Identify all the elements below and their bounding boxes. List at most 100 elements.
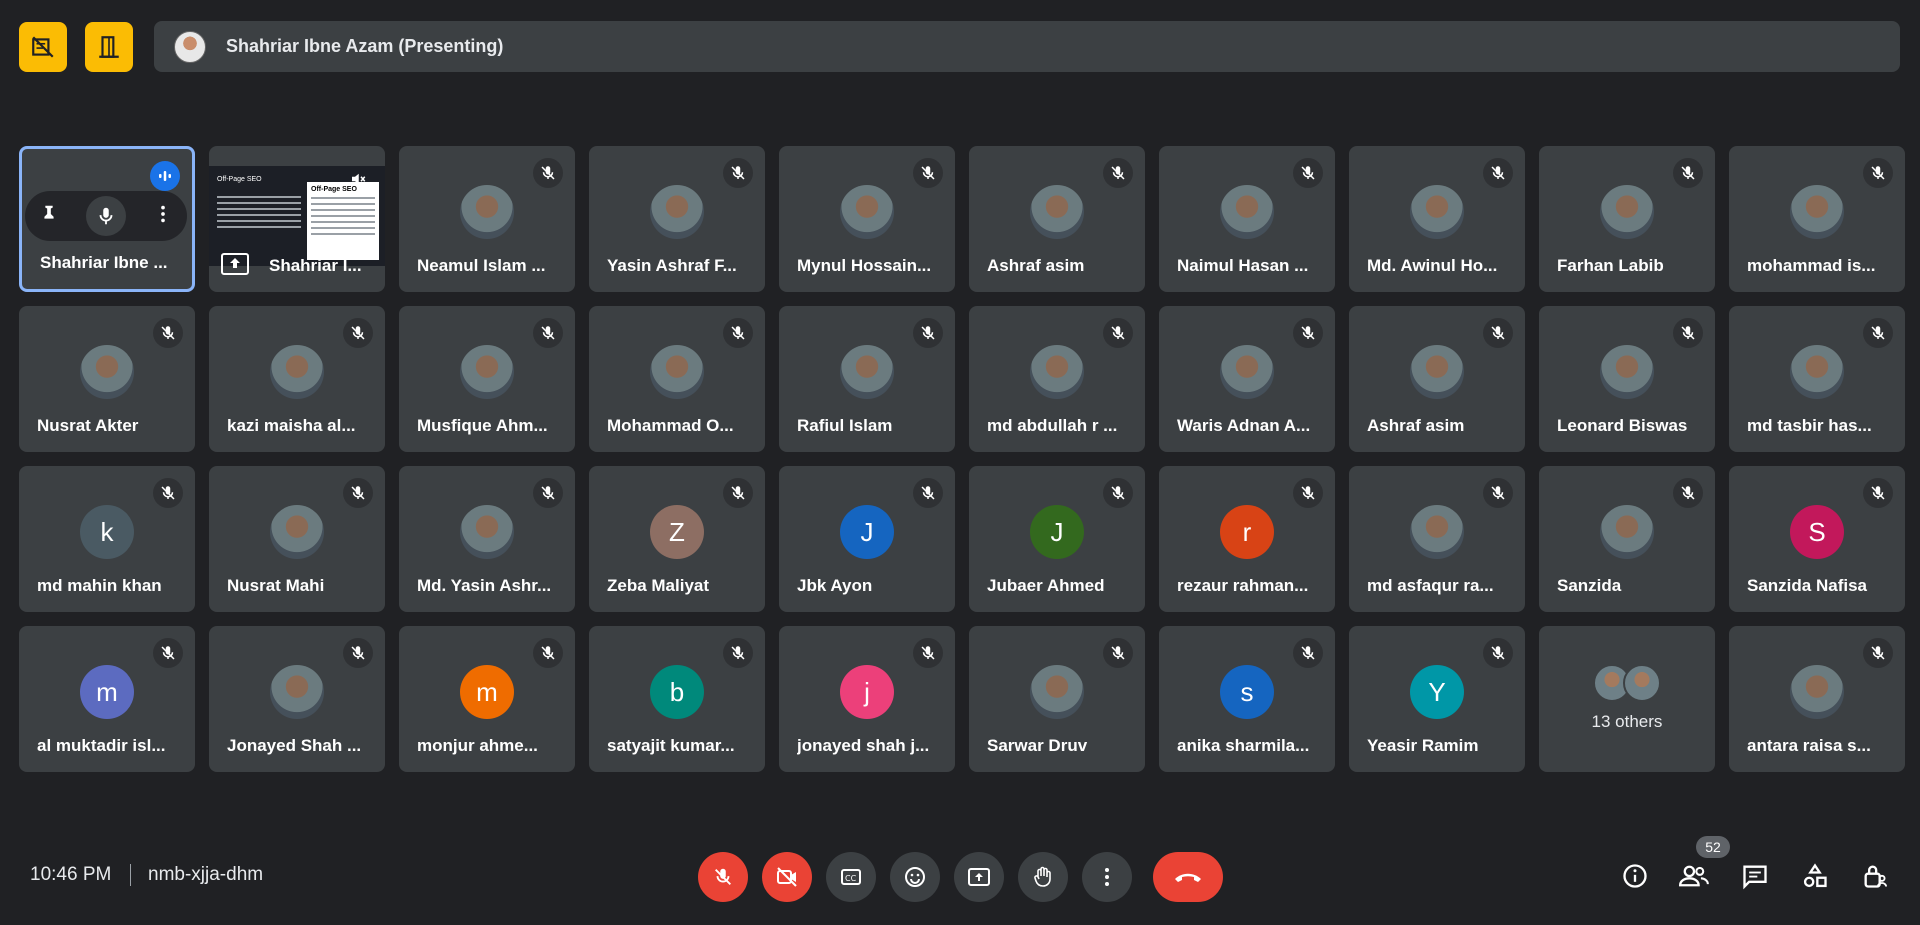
present-screen-icon — [968, 868, 990, 886]
participant-tile[interactable]: kazi maisha al... — [209, 306, 385, 452]
participant-tile[interactable]: Leonard Biswas — [1539, 306, 1715, 452]
muted-mic-icon — [343, 478, 373, 508]
hide-tiles-button[interactable] — [19, 22, 67, 72]
participant-name: Farhan Labib — [1557, 256, 1664, 275]
avatar: k — [80, 505, 134, 559]
participant-tile[interactable]: Waris Adnan A... — [1159, 306, 1335, 452]
activities-button[interactable] — [1795, 856, 1835, 896]
participant-name: Md. Awinul Ho... — [1367, 256, 1498, 275]
participant-tile[interactable]: Sarwar Druv — [969, 626, 1145, 772]
present-button[interactable] — [954, 852, 1004, 902]
participant-tile[interactable]: Yasin Ashraf F... — [589, 146, 765, 292]
participant-tile[interactable]: antara raisa s... — [1729, 626, 1905, 772]
participant-tile[interactable]: b satyajit kumar... — [589, 626, 765, 772]
avatar — [80, 345, 134, 399]
chat-button[interactable] — [1735, 856, 1775, 896]
raise-hand-button[interactable] — [1018, 852, 1068, 902]
participant-tile[interactable]: Ashraf asim — [969, 146, 1145, 292]
muted-mic-icon — [1293, 638, 1323, 668]
participant-tile[interactable]: Ashraf asim — [1349, 306, 1525, 452]
participant-tile[interactable]: s anika sharmila... — [1159, 626, 1335, 772]
participant-tile[interactable]: md asfaqur ra... — [1349, 466, 1525, 612]
participant-tile[interactable]: J Jubaer Ahmed — [969, 466, 1145, 612]
muted-mic-icon — [1863, 638, 1893, 668]
muted-mic-icon — [1863, 158, 1893, 188]
muted-mic-icon — [723, 478, 753, 508]
participant-name: Zeba Maliyat — [607, 576, 710, 595]
muted-mic-icon — [913, 638, 943, 668]
participant-tile[interactable]: Md. Yasin Ashr... — [399, 466, 575, 612]
more-options-icon[interactable] — [152, 203, 174, 230]
self-tile[interactable]: Shahriar Ibne ... — [19, 146, 195, 292]
hide-video-icon — [32, 36, 54, 58]
participant-name: jonayed shah j... — [797, 736, 930, 755]
pin-icon[interactable] — [38, 203, 60, 230]
participant-tile[interactable]: Md. Awinul Ho... — [1349, 146, 1525, 292]
participant-tile[interactable]: Musfique Ahm... — [399, 306, 575, 452]
more-options-button[interactable] — [1082, 852, 1132, 902]
host-controls-button[interactable] — [1855, 856, 1895, 896]
participant-tile[interactable]: m monjur ahme... — [399, 626, 575, 772]
clock: 10:46 PM — [30, 864, 112, 885]
toggle-mic-button[interactable] — [698, 852, 748, 902]
participant-name: md tasbir has... — [1747, 416, 1872, 435]
meeting-details-button[interactable] — [1615, 856, 1655, 896]
muted-mic-icon — [913, 158, 943, 188]
avatar — [1790, 185, 1844, 239]
people-button[interactable] — [1674, 856, 1714, 896]
participant-name: anika sharmila... — [1177, 736, 1310, 755]
participant-tile[interactable]: Farhan Labib — [1539, 146, 1715, 292]
participant-tile[interactable]: mohammad is... — [1729, 146, 1905, 292]
participant-tile[interactable]: Mohammad O... — [589, 306, 765, 452]
participant-tile[interactable]: j jonayed shah j... — [779, 626, 955, 772]
layout-button[interactable] — [85, 22, 133, 72]
avatar: m — [460, 665, 514, 719]
avatar — [650, 185, 704, 239]
participant-tile[interactable]: md abdullah r ... — [969, 306, 1145, 452]
participant-tile[interactable]: md tasbir has... — [1729, 306, 1905, 452]
avatar — [1410, 185, 1464, 239]
participant-name: Musfique Ahm... — [417, 416, 548, 435]
leave-call-button[interactable] — [1153, 852, 1223, 902]
participant-tile[interactable]: Z Zeba Maliyat — [589, 466, 765, 612]
participant-name: rezaur rahman... — [1177, 576, 1309, 595]
captions-button[interactable]: CC — [826, 852, 876, 902]
avatar — [460, 345, 514, 399]
avatar: b — [650, 665, 704, 719]
microphone-icon[interactable] — [86, 196, 126, 236]
hang-up-icon — [1175, 873, 1201, 882]
people-icon — [1679, 865, 1709, 887]
participant-tile[interactable]: Rafiul Islam — [779, 306, 955, 452]
muted-mic-icon — [1673, 478, 1703, 508]
participant-tile[interactable]: Naimul Hasan ... — [1159, 146, 1335, 292]
participant-tile[interactable]: Y Yeasir Ramim — [1349, 626, 1525, 772]
participant-tile[interactable]: Jonayed Shah ... — [209, 626, 385, 772]
participant-tile[interactable]: k md mahin khan — [19, 466, 195, 612]
others-tile[interactable]: 13 others — [1539, 626, 1715, 772]
toggle-camera-button[interactable] — [762, 852, 812, 902]
participant-tile[interactable]: Neamul Islam ... — [399, 146, 575, 292]
people-count-badge: 52 — [1696, 836, 1730, 858]
reactions-button[interactable] — [890, 852, 940, 902]
muted-mic-icon — [533, 638, 563, 668]
participant-tile[interactable]: J Jbk Ayon — [779, 466, 955, 612]
participant-name: Jbk Ayon — [797, 576, 873, 595]
avatar — [1600, 185, 1654, 239]
participant-name: Sanzida — [1557, 576, 1622, 595]
participant-name: mohammad is... — [1747, 256, 1876, 275]
muted-mic-icon — [723, 318, 753, 348]
more-vert-icon — [1105, 868, 1109, 886]
participant-tile[interactable]: Nusrat Mahi — [209, 466, 385, 612]
participant-tile[interactable]: Mynul Hossain... — [779, 146, 955, 292]
participant-tile[interactable]: S Sanzida Nafisa — [1729, 466, 1905, 612]
participant-tile[interactable]: r rezaur rahman... — [1159, 466, 1335, 612]
avatar: m — [80, 665, 134, 719]
avatar — [840, 345, 894, 399]
avatar — [270, 345, 324, 399]
participant-tile[interactable]: m al muktadir isl... — [19, 626, 195, 772]
screen-share-tile[interactable]: Off-Page SEO Off-Page SEO Shahriar I... — [209, 146, 385, 292]
participant-tile[interactable]: Sanzida — [1539, 466, 1715, 612]
participant-name: Naimul Hasan ... — [1177, 256, 1309, 275]
participant-tile[interactable]: Nusrat Akter — [19, 306, 195, 452]
presenting-bar[interactable]: Shahriar Ibne Azam (Presenting) — [154, 21, 1900, 72]
